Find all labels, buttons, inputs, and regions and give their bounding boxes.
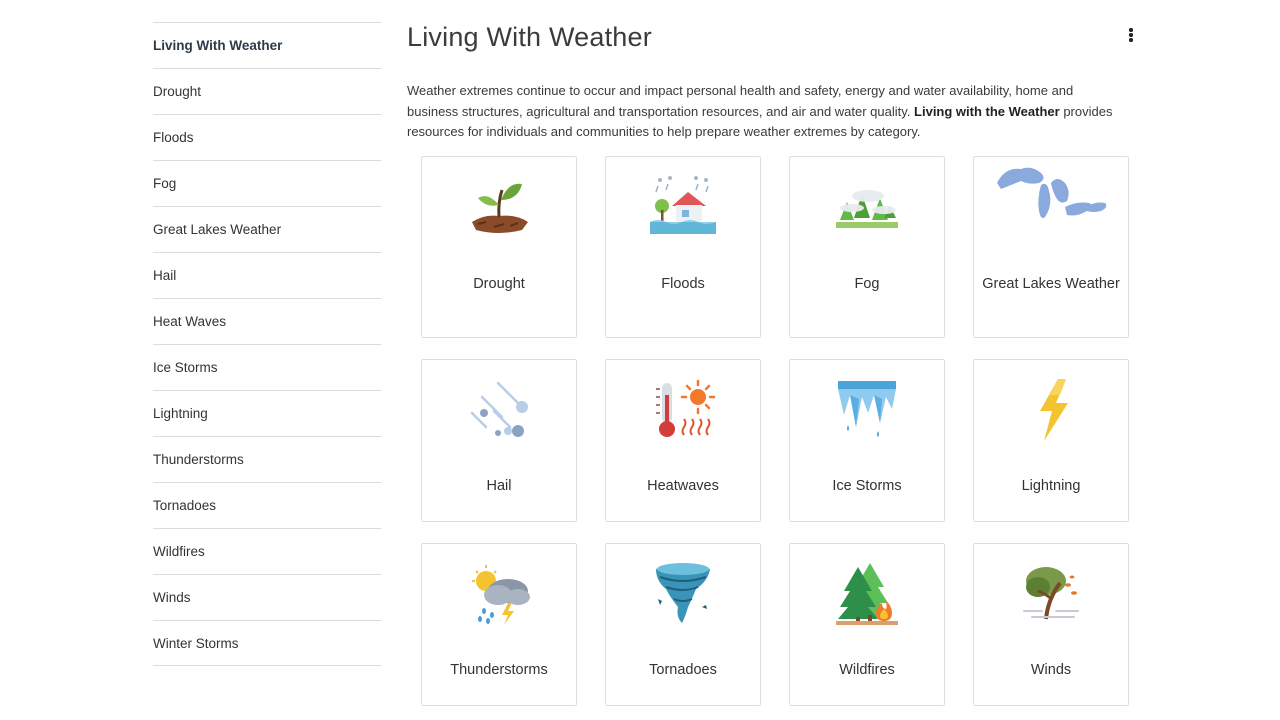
sidebar-item-thunderstorms[interactable]: Thunderstorms xyxy=(153,436,381,482)
sidebar-item-wildfires[interactable]: Wildfires xyxy=(153,528,381,574)
card-winds[interactable]: Winds xyxy=(973,543,1129,706)
card-hail[interactable]: Hail xyxy=(421,359,577,522)
card-label: Heatwaves xyxy=(647,478,719,494)
sidebar-item-tornadoes[interactable]: Tornadoes xyxy=(153,482,381,528)
card-wildfires[interactable]: Wildfires xyxy=(789,543,945,706)
card-drought[interactable]: Drought xyxy=(421,156,577,338)
hail-icon xyxy=(422,370,576,450)
sidebar-item-heat-waves[interactable]: Heat Waves xyxy=(153,298,381,344)
more-options-icon[interactable] xyxy=(1124,28,1138,48)
card-label: Ice Storms xyxy=(832,478,902,494)
card-ice-storms[interactable]: Ice Storms xyxy=(789,359,945,522)
card-great-lakes-weather[interactable]: Great Lakes Weather xyxy=(973,156,1129,338)
storm-cloud-icon xyxy=(422,554,576,634)
card-fog[interactable]: Fog xyxy=(789,156,945,338)
sidebar-item-great-lakes-weather[interactable]: Great Lakes Weather xyxy=(153,206,381,252)
card-label: Floods xyxy=(661,276,705,292)
sidebar-item-winter-storms[interactable]: Winter Storms xyxy=(153,620,381,666)
card-label: Tornadoes xyxy=(649,662,717,678)
great-lakes-map-icon xyxy=(974,157,1128,247)
sidebar-item-floods[interactable]: Floods xyxy=(153,114,381,160)
foggy-trees-icon xyxy=(790,167,944,247)
tornado-icon xyxy=(606,554,760,634)
page-title: Living With Weather xyxy=(407,22,652,52)
icicles-icon xyxy=(790,370,944,450)
sidebar-nav: Living With Weather Drought Floods Fog G… xyxy=(153,22,381,666)
flooded-house-icon xyxy=(606,167,760,247)
card-lightning[interactable]: Lightning xyxy=(973,359,1129,522)
card-heatwaves[interactable]: Heatwaves xyxy=(605,359,761,522)
card-label: Thunderstorms xyxy=(450,662,548,678)
card-label: Winds xyxy=(1030,662,1072,678)
card-label: Fog xyxy=(854,276,880,292)
sidebar-item-ice-storms[interactable]: Ice Storms xyxy=(153,344,381,390)
card-label: Hail xyxy=(486,478,512,494)
intro-text: Weather extremes continue to occur and i… xyxy=(407,81,1127,143)
sidebar-item-drought[interactable]: Drought xyxy=(153,68,381,114)
card-floods[interactable]: Floods xyxy=(605,156,761,338)
lightning-bolt-icon xyxy=(974,370,1128,450)
card-label: Drought xyxy=(473,276,525,292)
thermometer-sun-icon xyxy=(606,370,760,450)
intro-highlight: Living with the Weather xyxy=(914,103,1060,119)
sidebar-item-fog[interactable]: Fog xyxy=(153,160,381,206)
card-label: Lightning xyxy=(1021,478,1081,494)
card-thunderstorms[interactable]: Thunderstorms xyxy=(421,543,577,706)
card-label: Great Lakes Weather xyxy=(982,276,1120,292)
forest-fire-icon xyxy=(790,554,944,634)
sidebar-item-winds[interactable]: Winds xyxy=(153,574,381,620)
sidebar-item-hail[interactable]: Hail xyxy=(153,252,381,298)
sprout-icon xyxy=(422,167,576,247)
windy-tree-icon xyxy=(974,554,1128,634)
sidebar-item-lightning[interactable]: Lightning xyxy=(153,390,381,436)
card-label: Wildfires xyxy=(839,662,895,678)
sidebar-item-living-with-weather[interactable]: Living With Weather xyxy=(153,22,381,68)
card-tornadoes[interactable]: Tornadoes xyxy=(605,543,761,706)
